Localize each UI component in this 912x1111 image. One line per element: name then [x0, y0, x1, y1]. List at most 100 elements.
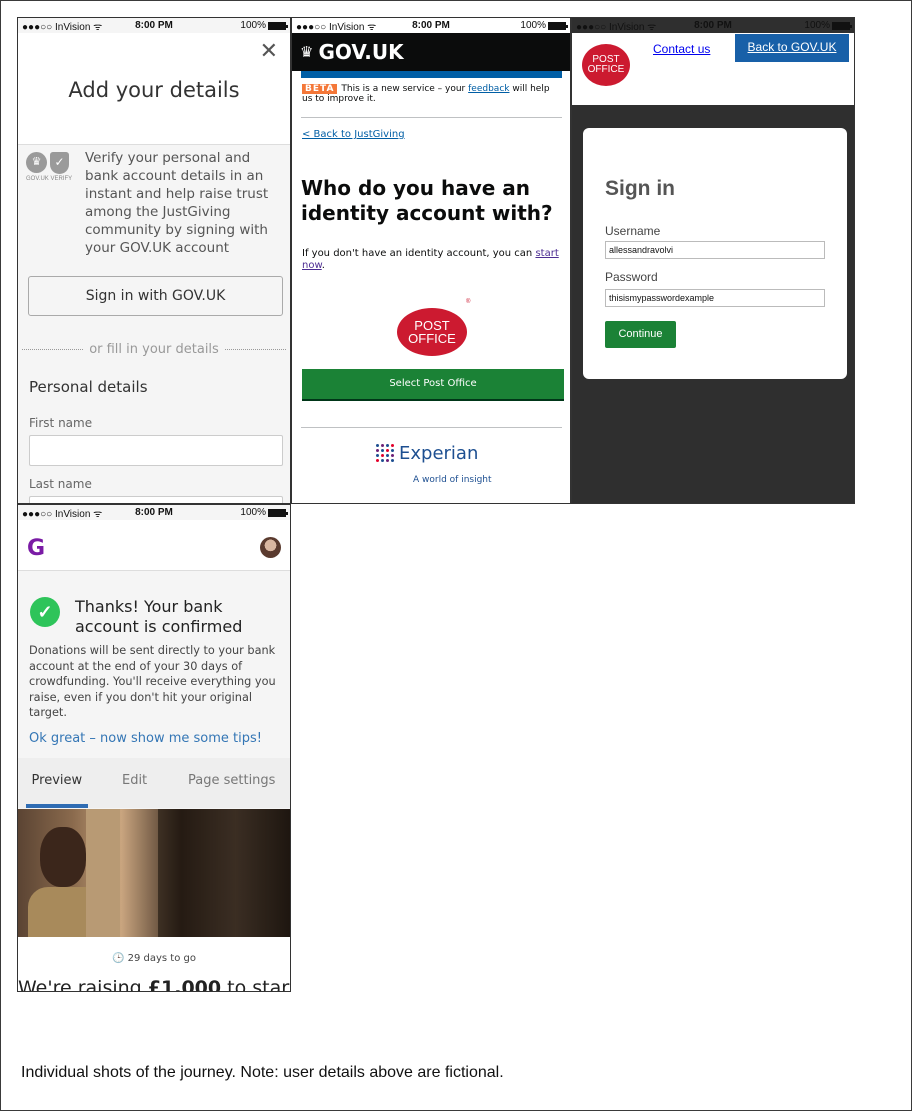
screen-govuk-identity: ●●●○○ InVision ᯤ 8:00 PM 100% ♛ GOV.UK B… — [291, 17, 571, 504]
divider — [301, 117, 562, 118]
sign-in-card: Sign in Username allessandravolvi Passwo… — [583, 128, 847, 379]
battery-percent: 100% — [804, 20, 830, 31]
password-field[interactable]: thisismypasswordexample — [605, 289, 825, 307]
username-label: Username — [605, 224, 661, 238]
status-bar: ●●●○○ InVision ᯤ 8:00 PM 100% — [18, 505, 290, 520]
header-blue-bar — [301, 71, 562, 78]
govuk-header: ♛ GOV.UK — [292, 33, 570, 71]
battery-icon — [268, 508, 288, 517]
section-title: Personal details — [29, 378, 148, 396]
confirmation-body: Donations will be sent directly to your … — [29, 644, 276, 719]
campaign-photo — [18, 809, 290, 937]
battery-percent: 100% — [520, 20, 546, 31]
or-divider: or fill in your details — [18, 342, 290, 357]
experian-logo[interactable]: Experian — [376, 443, 478, 464]
battery-icon — [268, 21, 288, 30]
app-header — [18, 520, 290, 571]
carrier-text: ●●●○○ InVision ᯤ — [296, 21, 377, 33]
carrier-text: ●●●○○ InVision ᯤ — [22, 21, 103, 33]
post-office-logo: POST OFFICE — [397, 308, 467, 356]
continue-button[interactable]: Continue — [605, 321, 676, 348]
battery-percent: 100% — [240, 507, 266, 518]
status-bar: ●●●○○ InVision ᯤ 8:00 PM 100% — [572, 18, 854, 33]
post-office-logo: POST OFFICE — [582, 44, 630, 86]
screen-post-office-sign-in: ●●●○○ InVision ᯤ 8:00 PM 100% POST OFFIC… — [571, 17, 855, 504]
feedback-link[interactable]: feedback — [468, 84, 509, 94]
contact-us-link[interactable]: Contact us — [653, 42, 710, 56]
sign-in-title: Sign in — [605, 177, 675, 200]
no-account-text-start: If you don't have an identity account, y… — [302, 248, 533, 259]
battery-indicator: 100% — [198, 507, 288, 518]
divider — [301, 427, 562, 428]
status-bar: ●●●○○ InVision ᯤ 8:00 PM 100% — [18, 18, 290, 33]
check-circle-icon: ✓ — [30, 597, 60, 627]
last-name-field[interactable] — [29, 496, 283, 503]
show-tips-link[interactable]: Ok great – now show me some tips! — [29, 731, 262, 746]
username-field[interactable]: allessandravolvi — [605, 241, 825, 259]
verify-logo-label: GOV.UK VERIFY — [26, 176, 73, 182]
photo-shade — [158, 809, 290, 937]
divider-text: or fill in your details — [89, 342, 219, 357]
no-account-text: If you don't have an identity account, y… — [302, 248, 564, 272]
divider-line-left — [22, 349, 84, 350]
tab-edit[interactable]: Edit — [96, 758, 174, 808]
first-name-field[interactable] — [29, 435, 283, 466]
justgiving-logo[interactable]: G — [27, 536, 45, 561]
govuk-verify-logo: ♛ ✓ GOV.UK VERIFY — [26, 152, 74, 182]
photo-face — [40, 827, 86, 887]
back-to-justgiving-link[interactable]: < Back to JustGiving — [302, 129, 405, 140]
clock-text: 8:00 PM — [694, 20, 732, 31]
battery-icon — [548, 21, 568, 30]
logo-text-line2: OFFICE — [408, 331, 456, 346]
first-name-label: First name — [29, 416, 93, 430]
clock-text: 8:00 PM — [135, 507, 173, 518]
select-post-office-button[interactable]: Select Post Office — [302, 369, 564, 399]
back-to-govuk-button[interactable]: Back to GOV.UK — [735, 34, 849, 62]
experian-tagline: A world of insight — [413, 475, 492, 485]
page-heading: Who do you have an identity account with… — [301, 176, 553, 225]
status-bar: ●●●○○ InVision ᯤ 8:00 PM 100% — [292, 18, 570, 33]
beta-text-start: This is a new service – your — [341, 84, 466, 94]
battery-indicator: 100% — [198, 20, 288, 31]
days-to-go-text: 29 days to go — [127, 953, 196, 964]
govuk-brand[interactable]: GOV.UK — [318, 33, 403, 71]
storyboard-caption: Individual shots of the journey. Note: u… — [21, 1064, 504, 1081]
experian-dots-icon — [376, 443, 396, 464]
verify-description: Verify your personal and bank account de… — [85, 150, 269, 256]
last-name-label: Last name — [29, 477, 92, 491]
clock-icon: 🕒 — [111, 953, 125, 964]
avatar[interactable] — [260, 537, 281, 558]
logo-text-line2: OFFICE — [587, 64, 625, 75]
photo-plank — [86, 809, 120, 937]
tab-page-settings[interactable]: Page settings — [173, 758, 290, 808]
experian-name: Experian — [399, 443, 479, 464]
shield-check-icon: ✓ — [50, 152, 69, 174]
close-icon[interactable]: ✕ — [260, 39, 278, 64]
page-tabs: Preview Edit Page settings — [18, 758, 290, 808]
raising-amount: £1,000 — [147, 977, 222, 992]
battery-indicator: 100% — [759, 20, 852, 31]
tab-preview[interactable]: Preview — [18, 758, 96, 808]
screen-add-details: ●●●○○ InVision ᯤ 8:00 PM 100% ✕ Add your… — [17, 17, 291, 504]
crown-icon: ♛ — [300, 43, 314, 61]
registered-mark: ® — [466, 299, 471, 305]
raising-text: We're raising £1,000 to start — [18, 977, 290, 992]
page-title: Add your details — [68, 78, 240, 102]
carrier-text: ●●●○○ InVision ᯤ — [576, 21, 657, 33]
clock-text: 8:00 PM — [135, 20, 173, 31]
beta-tag: BETA — [302, 84, 338, 94]
battery-indicator: 100% — [476, 20, 568, 31]
carrier-text: ●●●○○ InVision ᯤ — [22, 508, 103, 520]
battery-percent: 100% — [240, 20, 266, 31]
beta-banner: BETA This is a new service – your feedbac… — [302, 84, 562, 104]
days-to-go: 🕒 29 days to go — [18, 953, 290, 964]
details-header: ✕ Add your details — [18, 33, 290, 145]
password-label: Password — [605, 270, 658, 284]
confirmation-title: Thanks! Your bank account is confirmed — [75, 597, 243, 636]
battery-icon — [831, 21, 852, 30]
sign-in-govuk-button[interactable]: Sign in with GOV.UK — [28, 276, 283, 316]
screen-bank-confirmed: ●●●○○ InVision ᯤ 8:00 PM 100% G ✓ Thanks… — [17, 504, 291, 992]
divider-line-right — [224, 349, 287, 350]
crown-icon: ♛ — [26, 152, 47, 173]
clock-text: 8:00 PM — [412, 20, 450, 31]
